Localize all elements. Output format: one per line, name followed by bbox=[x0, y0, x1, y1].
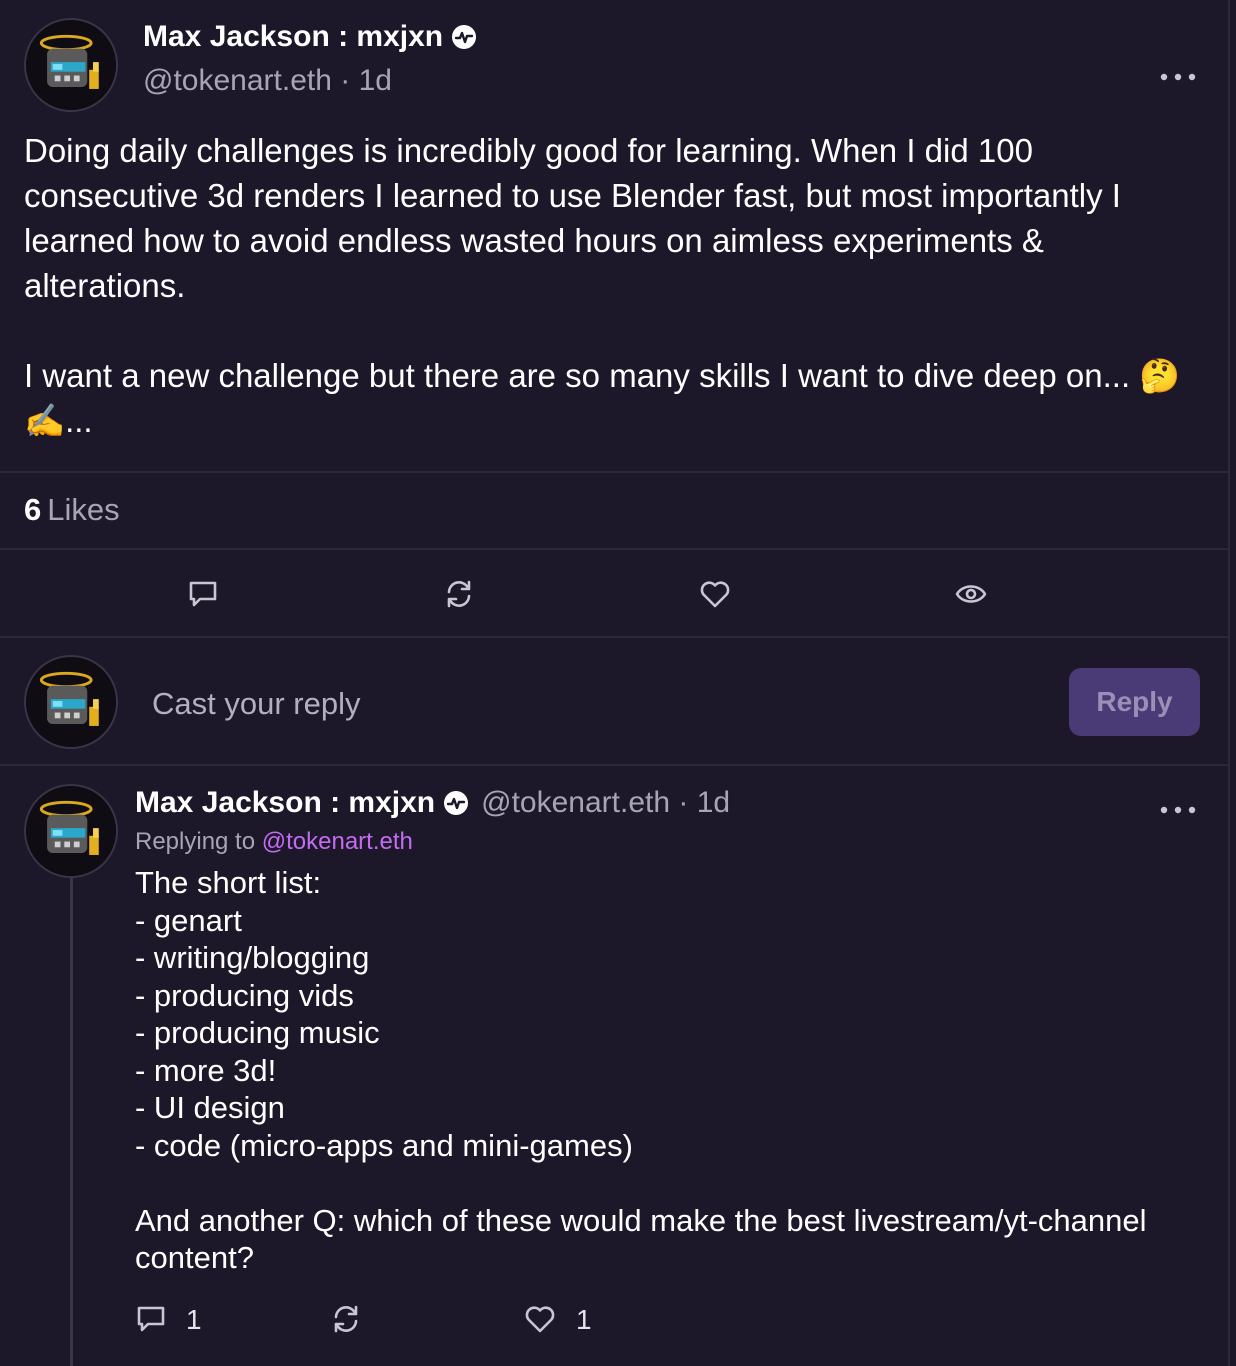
verified-badge-icon bbox=[451, 24, 477, 50]
cast-time: 1d bbox=[358, 64, 392, 97]
reply-likes-count: 1 bbox=[576, 1304, 592, 1335]
meta-separator: · bbox=[340, 64, 359, 97]
cast-body: Doing daily challenges is incredibly goo… bbox=[24, 132, 1181, 439]
reply-comments-count: 1 bbox=[186, 1304, 202, 1335]
composer-avatar bbox=[24, 655, 118, 749]
divider bbox=[0, 548, 1230, 550]
divider bbox=[0, 636, 1230, 638]
replying-to-label: Replying to bbox=[135, 828, 256, 855]
cast-header: Max Jackson : mxjxn @tokenart.eth · 1d bbox=[143, 20, 477, 98]
cast-thread-view: Max Jackson : mxjxn @tokenart.eth · 1d D… bbox=[0, 0, 1230, 1366]
thread-line bbox=[70, 878, 73, 1366]
likes-label: Likes bbox=[47, 492, 120, 527]
author-meta: @tokenart.eth · 1d bbox=[143, 64, 477, 98]
reply-author-name[interactable]: Max Jackson : mxjxn bbox=[135, 786, 435, 820]
meta-separator: · bbox=[678, 786, 697, 819]
reply-body: The short list: - genart - writing/blogg… bbox=[135, 865, 1147, 1275]
reply-recast-icon[interactable] bbox=[330, 1303, 362, 1335]
author-name[interactable]: Max Jackson : mxjxn bbox=[143, 20, 443, 54]
more-options-icon[interactable] bbox=[1159, 69, 1197, 81]
comment-icon[interactable] bbox=[187, 578, 219, 610]
reply-comment-icon[interactable] bbox=[135, 1303, 167, 1335]
reply-author-avatar[interactable] bbox=[24, 784, 118, 878]
heart-icon[interactable] bbox=[699, 578, 731, 610]
author-handle[interactable]: @tokenart.eth bbox=[143, 64, 332, 97]
divider bbox=[0, 471, 1230, 473]
reply-author-meta: @tokenart.eth · 1d bbox=[481, 786, 730, 820]
reply-input[interactable] bbox=[150, 680, 1034, 728]
reply-author-handle[interactable]: @tokenart.eth bbox=[481, 786, 670, 819]
reply-header: Max Jackson : mxjxn @tokenart.eth · 1d bbox=[135, 786, 730, 820]
replying-to-link[interactable]: @tokenart.eth bbox=[262, 828, 413, 855]
reply-time: 1d bbox=[696, 786, 731, 819]
avatar-image bbox=[26, 20, 116, 110]
likes-summary[interactable]: 6 Likes bbox=[24, 492, 120, 528]
reply-heart-icon[interactable] bbox=[524, 1303, 556, 1335]
author-avatar[interactable] bbox=[24, 18, 118, 112]
divider bbox=[0, 764, 1230, 766]
replying-to: Replying to @tokenart.eth bbox=[135, 828, 413, 856]
eye-icon[interactable] bbox=[955, 578, 987, 610]
recast-icon[interactable] bbox=[443, 578, 475, 610]
avatar-image bbox=[26, 786, 116, 876]
avatar-image bbox=[26, 657, 116, 747]
reply-button[interactable]: Reply bbox=[1069, 668, 1200, 736]
verified-badge-icon bbox=[443, 790, 469, 816]
reply-more-options-icon[interactable] bbox=[1159, 802, 1197, 814]
likes-count: 6 bbox=[24, 492, 42, 527]
